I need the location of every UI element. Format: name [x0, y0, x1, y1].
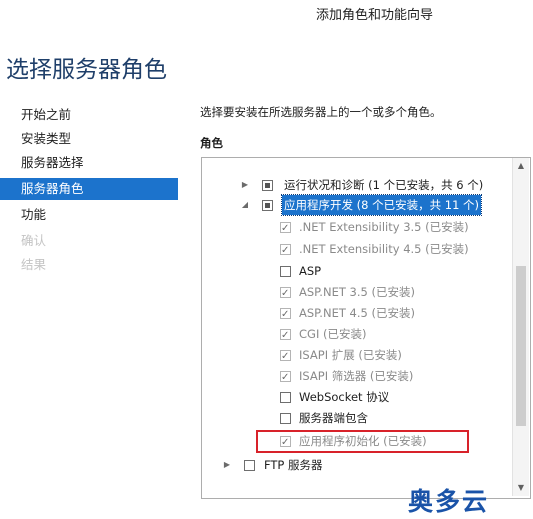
- tree-row-health-diagnostics[interactable]: ▶ 运行状况和诊断 (1 个已安装，共 6 个): [202, 175, 514, 195]
- tree-label-websocket: WebSocket 协议: [299, 390, 390, 404]
- tree-label-server-side-includes: 服务器端包含: [299, 411, 368, 425]
- scrollbar-thumb[interactable]: [516, 266, 526, 426]
- tree-label-health-diagnostics: 运行状况和诊断 (1 个已安装，共 6 个): [284, 178, 484, 192]
- tree-row-websocket[interactable]: WebSocket 协议: [202, 387, 514, 407]
- tree-label-aspnet-45: ASP.NET 4.5 (已安装): [299, 306, 415, 320]
- nav-item-server-roles[interactable]: 服务器角色: [0, 178, 178, 200]
- tree-label-aspnet-35: ASP.NET 3.5 (已安装): [299, 285, 415, 299]
- tree-row-isapi-ext[interactable]: ISAPI 扩展 (已安装): [202, 345, 514, 367]
- checkbox-server-side-includes[interactable]: [280, 413, 291, 424]
- window-title: 添加角色和功能向导: [316, 8, 434, 23]
- roles-tree-scrollbar[interactable]: ▲ ▼: [512, 158, 529, 496]
- checkbox-isapi-filter: [280, 368, 291, 388]
- tree-row-net-ext-35[interactable]: .NET Extensibility 3.5 (已安装): [202, 217, 514, 239]
- nav-item-confirmation: 确认: [21, 233, 47, 248]
- tree-row-cgi[interactable]: CGI (已安装): [202, 324, 514, 346]
- roles-label: 角色: [200, 136, 223, 150]
- tree-label-net-ext-35: .NET Extensibility 3.5 (已安装): [299, 220, 469, 234]
- nav-item-results: 结果: [21, 257, 47, 272]
- tree-row-aspnet-45[interactable]: ASP.NET 4.5 (已安装): [202, 303, 514, 325]
- checkbox-aspnet-45: [280, 305, 291, 325]
- checkbox-health-diagnostics[interactable]: [262, 180, 273, 191]
- tree-row-ftp-server[interactable]: ▶ FTP 服务器: [202, 455, 514, 475]
- scroll-down-arrow-icon[interactable]: ▼: [513, 480, 529, 496]
- checkbox-isapi-ext: [280, 347, 291, 367]
- nav-item-before-you-begin[interactable]: 开始之前: [0, 104, 178, 126]
- tree-label-application-development: 应用程序开发 (8 个已安装，共 11 个): [280, 194, 483, 216]
- triangle-right-icon[interactable]: ▶: [240, 175, 250, 195]
- checkbox-net-ext-45: [280, 241, 291, 261]
- triangle-right-icon[interactable]: ▶: [222, 455, 232, 475]
- nav-item-server-selection[interactable]: 服务器选择: [0, 152, 178, 174]
- tree-label-isapi-filter: ISAPI 筛选器 (已安装): [299, 369, 414, 383]
- tree-row-aspnet-35[interactable]: ASP.NET 3.5 (已安装): [202, 282, 514, 304]
- tree-label-ftp-server: FTP 服务器: [264, 458, 323, 472]
- scroll-up-arrow-icon[interactable]: ▲: [513, 158, 529, 174]
- instruction-text: 选择要安装在所选服务器上的一个或多个角色。: [200, 105, 442, 119]
- tree-label-net-ext-45: .NET Extensibility 4.5 (已安装): [299, 242, 469, 256]
- annotation-highlight-box: [256, 430, 469, 453]
- tree-label-isapi-ext: ISAPI 扩展 (已安装): [299, 348, 402, 362]
- tree-row-isapi-filter[interactable]: ISAPI 筛选器 (已安装): [202, 366, 514, 388]
- checkbox-ftp-server[interactable]: [244, 460, 255, 471]
- checkbox-net-ext-35: [280, 219, 291, 239]
- checkbox-application-development[interactable]: [262, 200, 273, 211]
- triangle-down-icon[interactable]: ◢: [240, 195, 250, 215]
- tree-row-asp[interactable]: ASP: [202, 261, 514, 281]
- nav-item-features[interactable]: 功能: [0, 204, 178, 226]
- checkbox-websocket[interactable]: [280, 392, 291, 403]
- checkbox-aspnet-35: [280, 284, 291, 304]
- tree-row-net-ext-45[interactable]: .NET Extensibility 4.5 (已安装): [202, 239, 514, 261]
- tree-label-asp: ASP: [299, 264, 322, 278]
- checkbox-asp[interactable]: [280, 266, 291, 277]
- page-title: 选择服务器角色: [6, 57, 167, 83]
- watermark-logo: 奥多云: [408, 487, 490, 516]
- tree-label-cgi: CGI (已安装): [299, 327, 367, 341]
- window-titlebar: 添加角色和功能向导: [0, 0, 533, 30]
- tree-row-server-side-includes[interactable]: 服务器端包含: [202, 408, 514, 428]
- nav-item-installation-type[interactable]: 安装类型: [0, 128, 178, 150]
- tree-row-application-development[interactable]: ◢ 应用程序开发 (8 个已安装，共 11 个): [202, 194, 514, 216]
- checkbox-cgi: [280, 326, 291, 346]
